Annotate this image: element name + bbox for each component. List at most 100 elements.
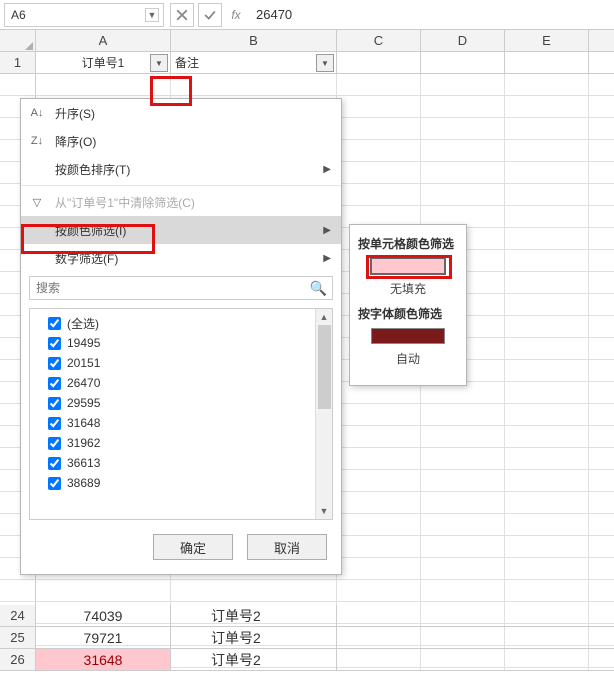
table-row: 2474039订单号2 bbox=[0, 605, 614, 627]
clear-filter-icon: ▽ bbox=[27, 196, 47, 209]
cell-B[interactable]: 订单号2 bbox=[171, 649, 337, 670]
menu-separator bbox=[21, 185, 341, 186]
cell-B[interactable]: 订单号2 bbox=[171, 627, 337, 648]
menu-number-filter-label: 数字筛选(F) bbox=[55, 250, 118, 267]
fx-icon[interactable]: fx bbox=[224, 8, 248, 22]
cell-color-swatch-pink[interactable] bbox=[371, 258, 445, 274]
filter-button-A[interactable]: ▼ bbox=[150, 54, 168, 72]
filter-checkbox[interactable] bbox=[48, 437, 61, 450]
filter-check-label: 31648 bbox=[67, 416, 100, 430]
filter-check-item[interactable]: 20151 bbox=[32, 353, 330, 373]
filter-check-item[interactable]: 26470 bbox=[32, 373, 330, 393]
accept-formula-button[interactable] bbox=[198, 3, 222, 27]
row-number[interactable]: 26 bbox=[0, 649, 36, 670]
cell-B1-value: 备注 bbox=[175, 54, 199, 71]
cell-D[interactable] bbox=[421, 649, 505, 670]
row-number[interactable]: 25 bbox=[0, 627, 36, 648]
filter-checkbox[interactable] bbox=[48, 357, 61, 370]
filter-checkbox[interactable] bbox=[48, 317, 61, 330]
row-number[interactable]: 24 bbox=[0, 605, 36, 626]
menu-sort-desc[interactable]: Z↓ 降序(O) bbox=[21, 127, 341, 155]
cell-C[interactable] bbox=[337, 605, 421, 626]
cancel-button[interactable]: 取消 bbox=[247, 534, 327, 560]
sort-asc-icon: A↓ bbox=[27, 107, 47, 119]
menu-sort-asc-label: 升序(S) bbox=[55, 105, 95, 122]
menu-sort-color-label: 按颜色排序(T) bbox=[55, 161, 130, 178]
column-header-B[interactable]: B bbox=[171, 30, 337, 51]
filter-checkbox[interactable] bbox=[48, 457, 61, 470]
column-header-A[interactable]: A bbox=[36, 30, 171, 51]
cell-C1[interactable] bbox=[337, 52, 421, 73]
menu-sort-desc-label: 降序(O) bbox=[55, 133, 96, 150]
list-scrollbar[interactable]: ▲ ▼ bbox=[315, 309, 332, 519]
name-box-value: A6 bbox=[11, 8, 26, 22]
filter-check-item[interactable]: 31648 bbox=[32, 413, 330, 433]
cell-E[interactable] bbox=[505, 627, 589, 648]
ok-button[interactable]: 确定 bbox=[153, 534, 233, 560]
submenu-arrow-icon: ▶ bbox=[323, 164, 331, 175]
autofilter-menu: A↓ 升序(S) Z↓ 降序(O) 按颜色排序(T) ▶ ▽ 从"订单号1"中清… bbox=[20, 98, 342, 575]
menu-sort-asc[interactable]: A↓ 升序(S) bbox=[21, 99, 341, 127]
scroll-up-icon[interactable]: ▲ bbox=[316, 309, 332, 325]
select-all-corner[interactable] bbox=[0, 30, 36, 51]
menu-clear-filter: ▽ 从"订单号1"中清除筛选(C) bbox=[21, 188, 341, 216]
submenu-no-fill[interactable]: 无填充 bbox=[356, 280, 460, 297]
search-icon: 🔍 bbox=[310, 280, 327, 297]
scroll-down-icon[interactable]: ▼ bbox=[316, 503, 332, 519]
column-header-C[interactable]: C bbox=[337, 30, 421, 51]
filter-check-label: 26470 bbox=[67, 376, 100, 390]
submenu-cellcolor-header: 按单元格颜色筛选 bbox=[358, 235, 460, 252]
filter-check-item[interactable]: 31962 bbox=[32, 433, 330, 453]
filter-search-input[interactable] bbox=[29, 276, 333, 300]
cell-A[interactable]: 74039 bbox=[36, 605, 171, 626]
filter-color-submenu: 按单元格颜色筛选 无填充 按字体颜色筛选 自动 bbox=[349, 224, 467, 386]
filter-checkbox[interactable] bbox=[48, 377, 61, 390]
submenu-arrow-icon: ▶ bbox=[323, 225, 331, 236]
cell-D[interactable] bbox=[421, 627, 505, 648]
filter-value-list: (全选)19495 20151 26470 29595 31648 31962366133… bbox=[29, 308, 333, 520]
header-row-1: 1 订单号1 ▼ 备注 ▼ bbox=[0, 52, 614, 74]
menu-number-filters[interactable]: 数字筛选(F) ▶ bbox=[21, 244, 341, 272]
filter-check-item[interactable]: 38689 bbox=[32, 473, 330, 493]
cell-A1[interactable]: 订单号1 ▼ bbox=[36, 52, 171, 73]
font-color-swatch-darkred[interactable] bbox=[371, 328, 445, 344]
filter-search-wrap: 🔍 bbox=[21, 272, 341, 304]
filter-check-item[interactable]: 19495 bbox=[32, 333, 330, 353]
cell-B1[interactable]: 备注 ▼ bbox=[171, 52, 337, 73]
dialog-button-row: 确定 取消 bbox=[21, 524, 341, 574]
filter-checkbox[interactable] bbox=[48, 477, 61, 490]
filter-checkbox[interactable] bbox=[48, 337, 61, 350]
formula-value[interactable]: 26470 bbox=[248, 7, 614, 22]
cell-B[interactable]: 订单号2 bbox=[171, 605, 337, 626]
filter-check-item[interactable]: 36613 bbox=[32, 453, 330, 473]
filter-check-item[interactable]: (全选) bbox=[32, 313, 330, 333]
cell-D[interactable] bbox=[421, 605, 505, 626]
menu-filter-by-color[interactable]: 按颜色筛选(I) ▶ bbox=[21, 216, 341, 244]
cell-E[interactable] bbox=[505, 649, 589, 670]
menu-sort-by-color[interactable]: 按颜色排序(T) ▶ bbox=[21, 155, 341, 183]
filter-check-label: 29595 bbox=[67, 396, 100, 410]
filter-check-label: 20151 bbox=[67, 356, 100, 370]
filter-checkbox[interactable] bbox=[48, 397, 61, 410]
filter-check-item[interactable]: 29595 bbox=[32, 393, 330, 413]
cell-A[interactable]: 79721 bbox=[36, 627, 171, 648]
scroll-thumb[interactable] bbox=[318, 325, 331, 409]
cell-A[interactable]: 31648 bbox=[36, 649, 171, 670]
cell-C[interactable] bbox=[337, 627, 421, 648]
column-header-E[interactable]: E bbox=[505, 30, 589, 51]
cell-D1[interactable] bbox=[421, 52, 505, 73]
filter-check-label: (全选) bbox=[67, 315, 99, 332]
submenu-auto[interactable]: 自动 bbox=[356, 350, 460, 367]
column-header-D[interactable]: D bbox=[421, 30, 505, 51]
menu-clear-filter-label: 从"订单号1"中清除筛选(C) bbox=[55, 194, 195, 211]
menu-filter-color-label: 按颜色筛选(I) bbox=[55, 222, 126, 239]
filter-button-B[interactable]: ▼ bbox=[316, 54, 334, 72]
cancel-formula-button[interactable] bbox=[170, 3, 194, 27]
name-box[interactable]: A6 ▼ bbox=[4, 3, 164, 27]
cell-C[interactable] bbox=[337, 649, 421, 670]
filter-checkbox[interactable] bbox=[48, 417, 61, 430]
row-number-1[interactable]: 1 bbox=[0, 52, 36, 73]
name-box-dropdown-icon[interactable]: ▼ bbox=[145, 8, 159, 22]
cell-E[interactable] bbox=[505, 605, 589, 626]
cell-E1[interactable] bbox=[505, 52, 589, 73]
